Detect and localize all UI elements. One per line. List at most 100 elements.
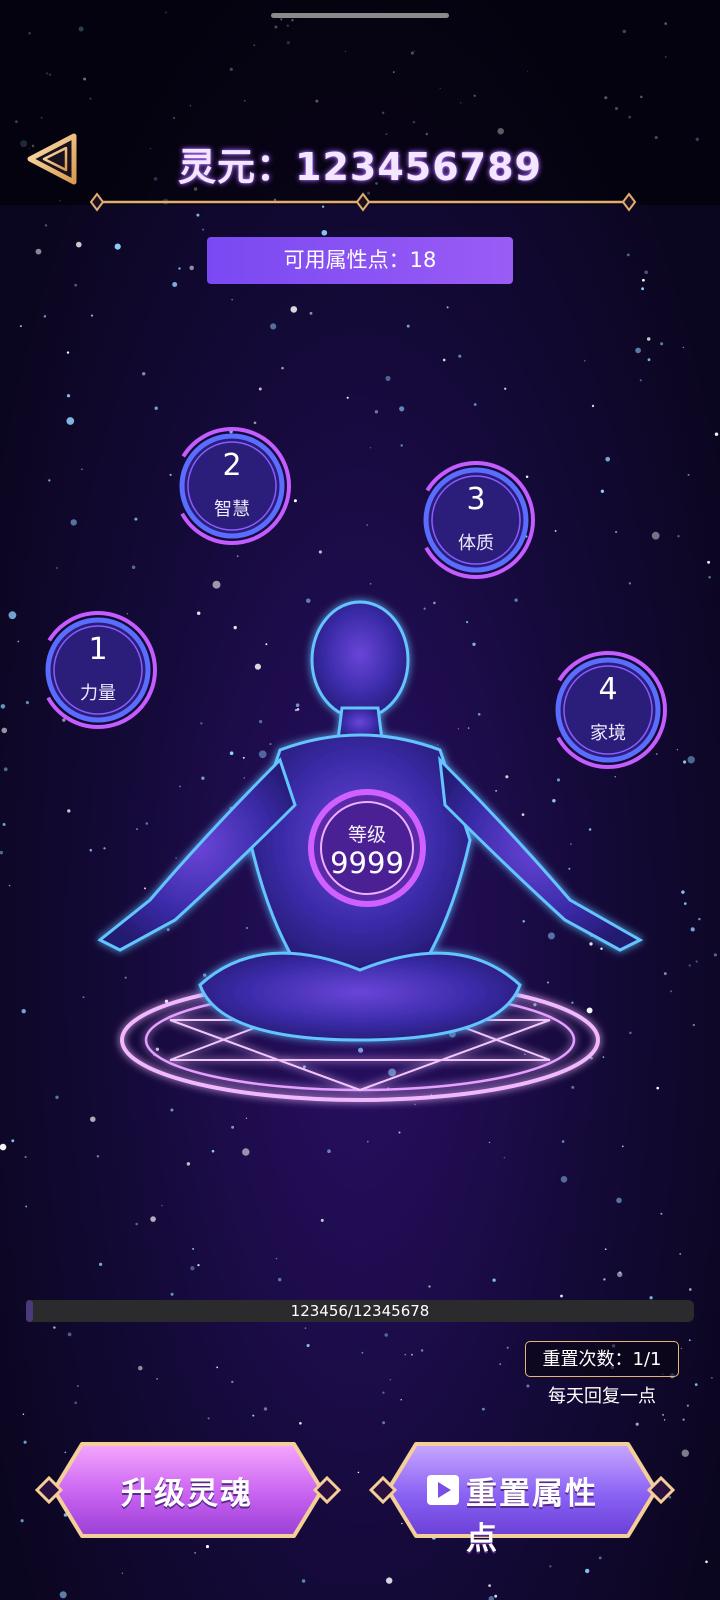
- attribute-wisdom[interactable]: 2 智慧: [170, 424, 294, 548]
- star: [170, 1292, 174, 1296]
- star: [446, 306, 449, 309]
- star: [25, 1205, 28, 1208]
- star: [320, 1218, 324, 1222]
- attribute-label: 智慧: [214, 499, 250, 520]
- star: [66, 417, 75, 425]
- star: [626, 253, 630, 257]
- star: [1, 727, 8, 734]
- star: [3, 767, 8, 772]
- star: [600, 489, 605, 493]
- star: [688, 964, 691, 967]
- star: [369, 583, 372, 585]
- star: [382, 1391, 385, 1394]
- attribute-strength[interactable]: 1 力量: [36, 608, 160, 732]
- star: [212, 580, 221, 589]
- star: [366, 1140, 369, 1143]
- star: [138, 1365, 143, 1371]
- star: [499, 1363, 502, 1365]
- reset-attributes-button[interactable]: 重置属性点: [366, 1440, 676, 1557]
- star: [43, 315, 47, 318]
- star: [150, 1216, 156, 1222]
- attribute-family[interactable]: 4 家境: [546, 648, 670, 772]
- attribute-constitution[interactable]: 3 体质: [414, 458, 538, 582]
- star: [114, 243, 121, 250]
- star: [0, 850, 4, 855]
- star: [686, 1404, 689, 1407]
- star: [404, 1354, 406, 1356]
- star: [361, 1351, 364, 1354]
- star: [299, 1422, 302, 1425]
- star: [410, 1353, 413, 1356]
- star: [231, 299, 233, 301]
- spirit-currency-title: 灵元：123456789: [178, 145, 542, 189]
- attribute-value: 2: [222, 448, 242, 483]
- star: [192, 1247, 195, 1250]
- star: [663, 1419, 666, 1421]
- experience-progress-bar: 123456/12345678: [26, 1300, 694, 1322]
- star: [428, 1285, 431, 1288]
- star: [81, 468, 83, 471]
- level-label: 等级: [347, 824, 386, 846]
- star: [306, 1343, 310, 1348]
- star: [639, 379, 642, 382]
- star: [55, 1095, 59, 1099]
- star: [399, 406, 405, 412]
- star: [662, 1413, 665, 1416]
- star: [74, 283, 78, 287]
- star: [695, 960, 698, 963]
- star: [309, 311, 313, 315]
- star: [680, 1347, 683, 1350]
- star: [651, 531, 660, 540]
- star: [161, 1204, 163, 1207]
- star: [48, 479, 51, 482]
- star: [549, 1565, 552, 1568]
- star: [688, 1339, 691, 1342]
- experience-progress-text: 123456/12345678: [290, 1302, 430, 1320]
- star: [236, 555, 239, 558]
- upgrade-soul-button[interactable]: 升级灵魂: [32, 1440, 342, 1540]
- star: [644, 270, 648, 275]
- star: [321, 229, 328, 236]
- star: [374, 410, 379, 414]
- star: [231, 1380, 234, 1384]
- star: [676, 748, 679, 751]
- star: [604, 1248, 607, 1251]
- star: [708, 576, 711, 579]
- star: [19, 325, 22, 328]
- star: [275, 1257, 278, 1260]
- star: [560, 1294, 563, 1298]
- star: [90, 314, 94, 317]
- star: [705, 1560, 708, 1564]
- star: [707, 560, 711, 564]
- star: [24, 1155, 27, 1159]
- star: [35, 248, 42, 255]
- upgrade-soul-label: 升级灵魂: [121, 1476, 253, 1512]
- level-badge: 等级 9999: [305, 786, 429, 910]
- star: [641, 287, 645, 291]
- star: [385, 1577, 393, 1584]
- star: [11, 1139, 15, 1143]
- star: [318, 550, 322, 554]
- star: [406, 324, 410, 328]
- star: [216, 1366, 219, 1369]
- star: [197, 1263, 200, 1267]
- attribute-value: 4: [598, 672, 618, 707]
- star: [649, 1296, 653, 1300]
- star: [66, 394, 71, 398]
- star: [20, 1519, 24, 1523]
- star: [714, 432, 719, 436]
- star: [713, 953, 717, 957]
- star: [75, 241, 82, 248]
- star: [660, 1212, 663, 1215]
- home-indicator[interactable]: [271, 13, 449, 18]
- star: [400, 1398, 402, 1401]
- attribute-ring: [173, 427, 291, 545]
- star: [76, 1385, 79, 1387]
- star: [400, 444, 403, 447]
- attribute-label: 家境: [590, 723, 626, 744]
- star: [98, 1262, 103, 1267]
- star: [628, 582, 632, 585]
- star: [304, 1327, 307, 1329]
- star: [293, 499, 297, 503]
- star: [290, 306, 298, 313]
